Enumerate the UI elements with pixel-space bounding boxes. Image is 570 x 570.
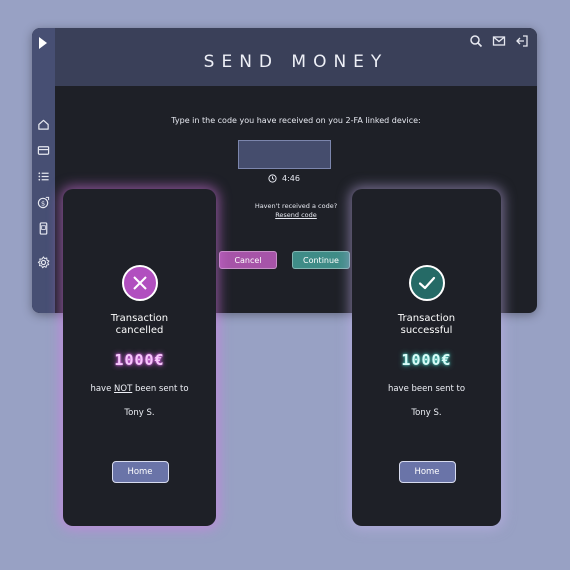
home-icon[interactable] xyxy=(37,118,50,131)
success-message: have been sent to xyxy=(387,384,466,394)
continue-button[interactable]: Continue xyxy=(292,251,350,269)
code-prompt: Type in the code you have received on yo… xyxy=(171,116,421,125)
settings-icon[interactable] xyxy=(37,256,50,269)
search-icon[interactable] xyxy=(469,34,483,48)
play-icon[interactable] xyxy=(39,37,47,49)
success-amount: 1000€ xyxy=(401,351,452,369)
sidebar: $ xyxy=(32,28,55,313)
success-title-line1: Transaction xyxy=(397,313,456,324)
cancelled-msg-after: been sent to xyxy=(132,384,189,394)
success-title: Transaction successful xyxy=(352,313,501,337)
success-recipient: Tony S. xyxy=(411,408,442,418)
cancelled-home-button[interactable]: Home xyxy=(111,461,169,483)
svg-text:$: $ xyxy=(41,199,45,207)
cancelled-title-line2: cancelled xyxy=(115,325,164,336)
card-icon[interactable] xyxy=(37,144,50,157)
cancelled-message: have NOT been sent to xyxy=(63,384,216,394)
transaction-successful-card: Transaction successful 1000€ have been s… xyxy=(352,189,501,526)
timer-value: 4:46 xyxy=(282,174,300,183)
cancelled-title-line1: Transaction xyxy=(110,313,169,324)
money-transfer-icon[interactable]: $ xyxy=(37,196,50,209)
check-icon xyxy=(408,265,445,301)
success-home-button[interactable]: Home xyxy=(398,461,456,483)
cancel-x-icon xyxy=(121,265,158,301)
transaction-cancelled-card: Transaction cancelled 1000€ have NOT bee… xyxy=(63,189,216,526)
logout-icon[interactable] xyxy=(515,34,529,48)
cancelled-amount: 1000€ xyxy=(114,351,165,369)
countdown-timer: 4:46 xyxy=(268,174,300,183)
cancelled-title: Transaction cancelled xyxy=(63,313,216,337)
cancelled-msg-not: NOT xyxy=(114,384,133,394)
list-icon[interactable] xyxy=(37,170,50,183)
success-title-line2: successful xyxy=(400,325,453,336)
cancelled-recipient: Tony S. xyxy=(124,408,155,418)
mail-icon[interactable] xyxy=(492,34,506,48)
code-input[interactable] xyxy=(238,140,331,169)
page-title: SEND MONEY xyxy=(203,52,389,72)
cancelled-msg-before: have xyxy=(90,384,115,394)
page-header: SEND MONEY xyxy=(55,28,537,86)
clock-icon xyxy=(268,174,277,183)
phone-icon[interactable] xyxy=(37,222,50,235)
cancel-button[interactable]: Cancel xyxy=(219,251,277,269)
